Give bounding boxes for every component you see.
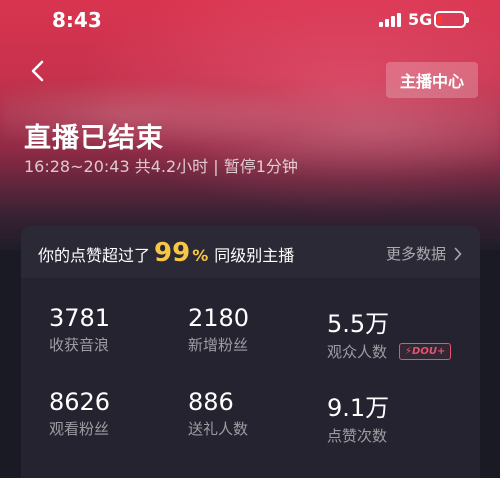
stat-gift-senders: 886 送礼人数 xyxy=(188,388,248,439)
host-center-button[interactable]: 主播中心 xyxy=(386,62,478,98)
stat-label: 收获音浪 xyxy=(49,336,110,354)
stat-value: 886 xyxy=(188,388,234,416)
live-duration: 16:28~20:43 共4.2小时 | 暂停1分钟 xyxy=(24,157,298,176)
praise-percent-symbol: % xyxy=(192,246,209,265)
stat-label: 观众人数 xyxy=(327,343,388,361)
signal-icon xyxy=(379,13,403,27)
praise-summary: 你的点赞超过了 99 % 同级别主播 xyxy=(38,238,294,268)
stat-value: 5.5万 xyxy=(327,310,390,338)
status-bar: 8:43 5G xyxy=(0,0,500,40)
network-type: 5G xyxy=(408,10,433,29)
page-title: 直播已结束 xyxy=(24,123,164,154)
stat-received-sound-waves: 3781 收获音浪 xyxy=(49,304,110,355)
praise-prefix: 你的点赞超过了 xyxy=(38,246,151,265)
back-button[interactable] xyxy=(26,56,50,86)
stat-label: 观看粉丝 xyxy=(49,420,110,438)
praise-summary-bar: 你的点赞超过了 99 % 同级别主播 更多数据 xyxy=(21,226,480,278)
stat-new-followers: 2180 新增粉丝 xyxy=(188,304,249,355)
stat-value: 8626 xyxy=(49,388,111,416)
status-time: 8:43 xyxy=(52,8,102,32)
stat-label: 新增粉丝 xyxy=(188,336,249,354)
dou-plus-badge[interactable]: ⚡ DOU+ xyxy=(399,343,452,360)
battery-level xyxy=(438,15,442,24)
praise-suffix: 同级别主播 xyxy=(214,246,295,265)
battery-icon xyxy=(434,11,469,28)
stat-value: 9.1万 xyxy=(327,394,390,422)
stat-label: 点赞次数 xyxy=(327,427,388,445)
live-stats-card: 你的点赞超过了 99 % 同级别主播 更多数据 3781 收获音浪 2180 新… xyxy=(21,226,480,478)
stat-label: 送礼人数 xyxy=(188,420,249,438)
stat-likes: 9.1万 点赞次数 xyxy=(327,388,389,446)
more-data-label: 更多数据 xyxy=(385,245,446,263)
stat-value: 2180 xyxy=(188,304,250,332)
more-data-link[interactable]: 更多数据 xyxy=(386,243,462,264)
stat-viewers: 5.5万 观众人数 ⚡ DOU+ xyxy=(327,304,452,362)
stat-value: 3781 xyxy=(49,304,111,332)
chevron-left-icon xyxy=(31,60,44,82)
stat-follower-viewers: 8626 观看粉丝 xyxy=(49,388,110,439)
praise-percent: 99 xyxy=(154,238,191,268)
chevron-right-icon xyxy=(454,247,462,260)
